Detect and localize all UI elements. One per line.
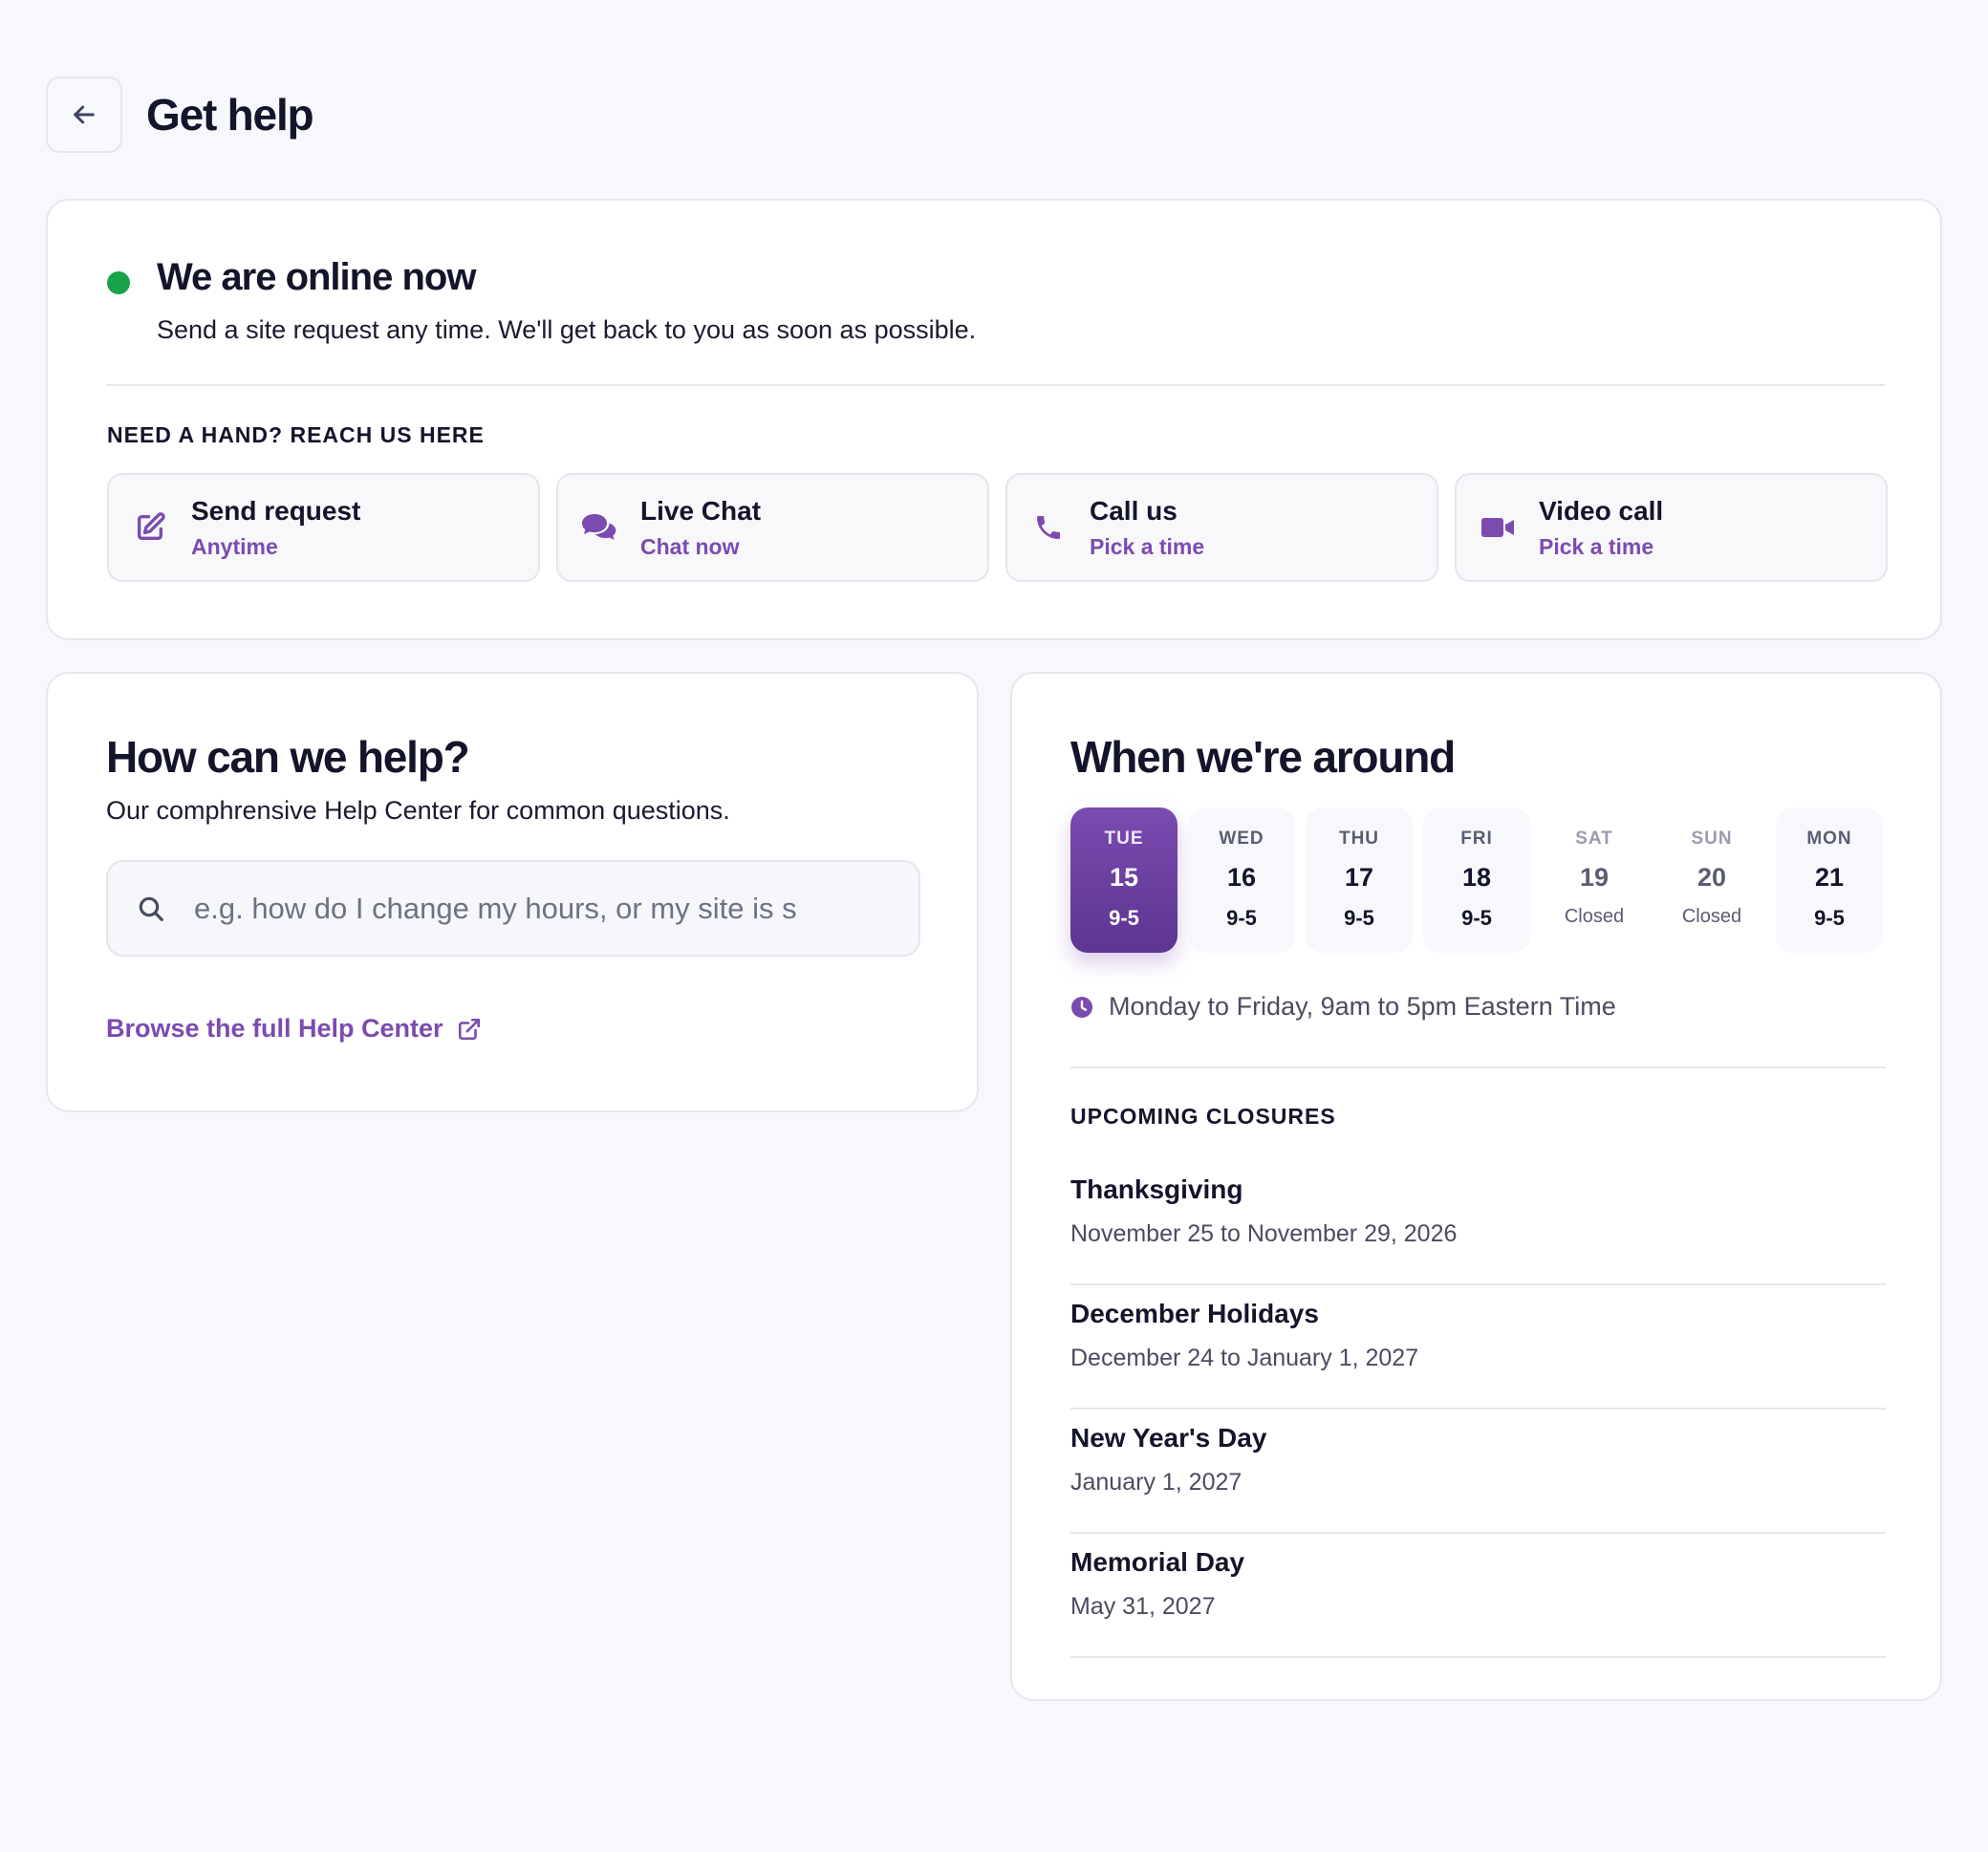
reach-us-label: NEED A HAND? REACH US HERE: [107, 422, 485, 447]
edit-icon: [109, 511, 191, 544]
live-chat-button[interactable]: Live Chat Chat now: [556, 473, 989, 582]
closure-name: New Year's Day: [1070, 1423, 1267, 1453]
day-thu[interactable]: THU 17 9-5: [1306, 808, 1413, 953]
day-fri[interactable]: FRI 18 9-5: [1423, 808, 1530, 953]
day-hours: 9-5: [1226, 906, 1257, 930]
help-search-box: [106, 860, 920, 957]
day-number: 21: [1814, 863, 1845, 892]
video-icon: [1457, 515, 1539, 540]
day-sun[interactable]: SUN 20 Closed: [1658, 808, 1765, 953]
day-hours: 9-5: [1344, 906, 1374, 930]
divider: [1070, 1066, 1886, 1068]
external-link-icon: [457, 1017, 482, 1042]
channel-action: Pick a time: [1090, 533, 1205, 559]
day-hours: 9-5: [1109, 906, 1139, 930]
video-call-button[interactable]: Video call Pick a time: [1455, 473, 1888, 582]
browse-link-label: Browse the full Help Center: [106, 1014, 443, 1043]
search-icon: [108, 894, 194, 924]
page-title: Get help: [146, 90, 314, 140]
closure-item: Memorial Day May 31, 2027: [1070, 1534, 1886, 1658]
channel-action: Pick a time: [1539, 533, 1654, 559]
send-request-button[interactable]: Send request Anytime: [107, 473, 540, 582]
day-name: THU: [1338, 829, 1380, 849]
day-hours: Closed: [1564, 906, 1625, 927]
day-tue[interactable]: TUE 15 9-5: [1070, 808, 1178, 953]
hours-note-text: Monday to Friday, 9am to 5pm Eastern Tim…: [1109, 992, 1616, 1021]
help-center-card: How can we help? Our comphrensive Help C…: [46, 672, 979, 1112]
day-name: MON: [1806, 829, 1852, 849]
closure-dates: January 1, 2027: [1070, 1469, 1242, 1496]
closure-dates: December 24 to January 1, 2027: [1070, 1345, 1419, 1371]
help-search-input[interactable]: [194, 891, 901, 926]
channel-title: Call us: [1090, 495, 1178, 526]
closure-name: December Holidays: [1070, 1299, 1319, 1328]
week-days: TUE 15 9-5 WED 16 9-5 THU 17 9-5 FRI 18 …: [1070, 808, 1883, 953]
day-number: 19: [1579, 863, 1610, 892]
clock-icon: [1070, 996, 1093, 1019]
day-mon[interactable]: MON 21 9-5: [1776, 808, 1883, 953]
day-name: WED: [1219, 829, 1264, 849]
hours-title: When we're around: [1070, 732, 1456, 782]
divider: [107, 384, 1885, 386]
chat-icon: [558, 511, 640, 544]
day-hours: 9-5: [1461, 906, 1492, 930]
status-subtitle: Send a site request any time. We'll get …: [157, 315, 977, 344]
day-name: SAT: [1575, 829, 1613, 849]
day-number: 16: [1226, 863, 1257, 892]
channel-title: Video call: [1539, 495, 1664, 526]
closures-label: UPCOMING CLOSURES: [1070, 1104, 1336, 1129]
get-help-page: Get help We are online now Send a site r…: [0, 0, 1988, 1852]
closure-item: December Holidays December 24 to January…: [1070, 1285, 1886, 1410]
office-hours-card: When we're around TUE 15 9-5 WED 16 9-5 …: [1010, 672, 1942, 1701]
contact-channels: Send request Anytime Live Chat Chat now: [107, 473, 1888, 582]
day-number: 20: [1696, 863, 1727, 892]
day-number: 17: [1344, 863, 1374, 892]
hours-note: Monday to Friday, 9am to 5pm Eastern Tim…: [1070, 992, 1616, 1022]
channel-action: Anytime: [191, 533, 278, 559]
day-name: TUE: [1104, 829, 1144, 849]
closures-list: Thanksgiving November 25 to November 29,…: [1070, 1161, 1886, 1658]
day-hours: 9-5: [1814, 906, 1845, 930]
closure-item: Thanksgiving November 25 to November 29,…: [1070, 1161, 1886, 1285]
day-number: 18: [1461, 863, 1492, 892]
phone-icon: [1007, 512, 1090, 543]
call-us-button[interactable]: Call us Pick a time: [1005, 473, 1438, 582]
online-status-card: We are online now Send a site request an…: [46, 199, 1942, 640]
closure-item: New Year's Day January 1, 2027: [1070, 1410, 1886, 1534]
channel-title: Send request: [191, 495, 361, 526]
browse-help-center-link[interactable]: Browse the full Help Center: [106, 1014, 482, 1044]
back-button[interactable]: [46, 76, 122, 153]
status-title: We are online now: [157, 256, 476, 298]
help-title: How can we help?: [106, 732, 470, 782]
day-wed[interactable]: WED 16 9-5: [1188, 808, 1295, 953]
arrow-left-icon: [74, 105, 95, 124]
help-subtitle: Our comphrensive Help Center for common …: [106, 796, 730, 825]
page-header: Get help: [46, 76, 314, 153]
channel-action: Chat now: [640, 533, 740, 559]
channel-title: Live Chat: [640, 495, 762, 526]
closure-dates: November 25 to November 29, 2026: [1070, 1220, 1458, 1247]
closure-name: Thanksgiving: [1070, 1174, 1243, 1204]
day-name: SUN: [1691, 829, 1733, 849]
online-status-dot: [107, 271, 130, 294]
day-name: FRI: [1460, 829, 1493, 849]
closure-name: Memorial Day: [1070, 1547, 1245, 1577]
day-sat[interactable]: SAT 19 Closed: [1541, 808, 1648, 953]
closure-dates: May 31, 2027: [1070, 1593, 1216, 1620]
day-hours: Closed: [1681, 906, 1742, 927]
day-number: 15: [1109, 863, 1139, 892]
